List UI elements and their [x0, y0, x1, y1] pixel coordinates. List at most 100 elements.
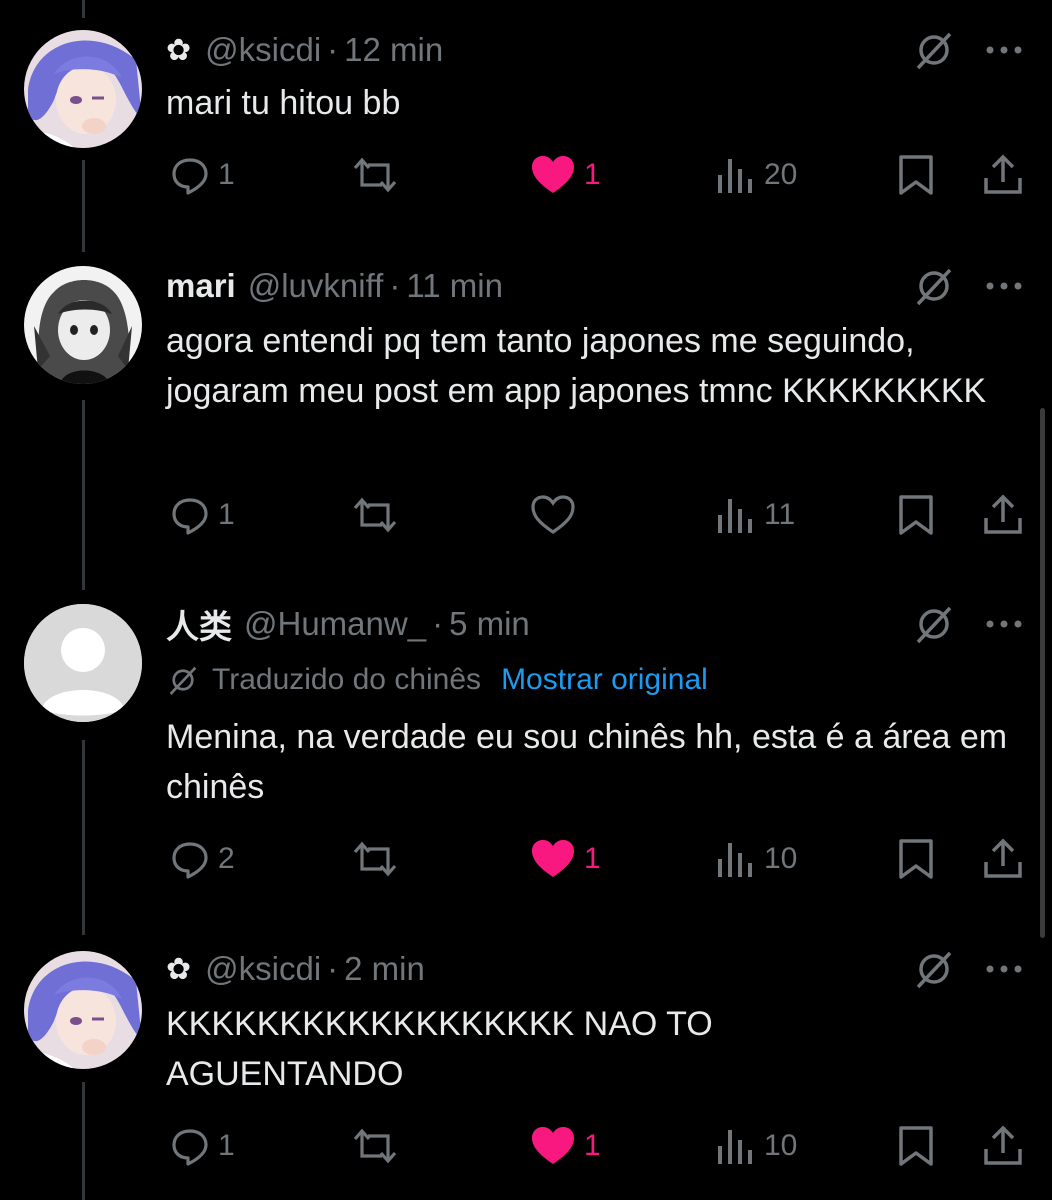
flower-icon: ✿ — [166, 33, 192, 67]
timestamp[interactable]: 11 min — [406, 267, 503, 305]
views-icon — [718, 159, 752, 193]
more-icon[interactable] — [982, 614, 1026, 634]
translation-notice: Traduzido do chinês Mostrar original — [166, 660, 708, 700]
like-button[interactable]: 1 — [530, 150, 601, 200]
reply-icon — [172, 158, 208, 195]
views-button[interactable]: 10 — [716, 834, 797, 884]
retweet-button[interactable] — [352, 834, 406, 884]
action-bar: 1 1 20 — [0, 150, 1052, 200]
views-count: 20 — [764, 158, 798, 191]
bookmark-icon — [899, 839, 933, 879]
user-handle[interactable]: @ksicdi — [205, 950, 321, 988]
retweet-button[interactable] — [352, 150, 406, 200]
display-name[interactable]: 人类 — [166, 600, 232, 648]
reply-icon — [172, 1129, 208, 1166]
action-bar: 1 11 — [0, 490, 1052, 540]
timestamp[interactable]: 12 min — [344, 31, 443, 69]
timestamp[interactable]: 5 min — [449, 605, 530, 643]
tweet-header: 人类 @Humanw_ · 5 min — [166, 602, 530, 646]
bookmark-button[interactable] — [896, 1121, 936, 1171]
more-icon[interactable] — [982, 40, 1026, 60]
share-button[interactable] — [982, 834, 1024, 884]
grok-icon[interactable] — [912, 28, 956, 72]
share-button[interactable] — [982, 150, 1024, 200]
grok-icon[interactable] — [912, 947, 956, 991]
tweet-text: KKKKKKKKKKKKKKKKKK NAO TO AGUENTANDO — [166, 1005, 713, 1093]
avatar[interactable] — [24, 604, 142, 722]
reply-button[interactable]: 2 — [170, 834, 235, 884]
share-icon — [984, 154, 1022, 194]
views-count: 11 — [764, 498, 796, 531]
share-icon — [984, 1125, 1022, 1165]
share-button[interactable] — [982, 490, 1024, 540]
reply-count: 1 — [218, 498, 235, 531]
reply-icon — [172, 842, 208, 879]
user-handle[interactable]: @Humanw_ — [244, 605, 426, 643]
tweet-text: agora entendi pq tem tanto japones me se… — [166, 322, 987, 410]
like-count: 1 — [584, 158, 601, 191]
action-bar: 1 1 10 — [0, 1121, 1052, 1171]
heart-icon — [532, 1127, 574, 1164]
retweet-icon — [353, 157, 397, 193]
heart-icon — [532, 156, 574, 193]
tweet-header: ✿ @ksicdi · 2 min — [166, 947, 425, 991]
tweet-2[interactable]: mari @luvkniff · 11 min agora entendi pq… — [0, 250, 1052, 580]
translation-label: Traduzido do chinês — [212, 663, 482, 696]
retweet-icon — [353, 497, 397, 533]
avatar[interactable] — [24, 951, 142, 1069]
bookmark-icon — [899, 1126, 933, 1166]
views-icon — [718, 843, 752, 877]
tweet-4[interactable]: ✿ @ksicdi · 2 min KKKKKKKKKKKKKKKKKK NAO… — [0, 935, 1052, 1200]
show-original-link[interactable]: Mostrar original — [501, 663, 708, 697]
bookmark-button[interactable] — [896, 490, 936, 540]
views-button[interactable]: 11 — [716, 490, 795, 540]
reply-count: 1 — [218, 158, 235, 191]
grok-icon[interactable] — [912, 602, 956, 646]
reply-button[interactable]: 1 — [170, 150, 235, 200]
views-icon — [718, 1130, 752, 1164]
reply-icon — [172, 498, 208, 535]
scrollbar[interactable] — [1040, 408, 1045, 938]
heart-icon — [532, 840, 574, 877]
reply-count: 1 — [218, 1129, 235, 1162]
timestamp[interactable]: 2 min — [344, 950, 425, 988]
share-button[interactable] — [982, 1121, 1024, 1171]
retweet-button[interactable] — [352, 1121, 406, 1171]
bookmark-button[interactable] — [896, 834, 936, 884]
heart-icon — [531, 495, 575, 534]
like-count: 1 — [584, 842, 601, 875]
more-icon[interactable] — [982, 276, 1026, 296]
views-button[interactable]: 10 — [716, 1121, 797, 1171]
more-icon[interactable] — [982, 959, 1026, 979]
user-handle[interactable]: @luvkniff — [248, 267, 384, 305]
reply-button[interactable]: 1 — [170, 1121, 235, 1171]
retweet-button[interactable] — [352, 490, 406, 540]
flower-icon: ✿ — [166, 952, 192, 986]
tweet-header: mari @luvkniff · 11 min — [166, 264, 503, 308]
avatar[interactable] — [24, 30, 142, 148]
tweet-1[interactable]: ✿ @ksicdi · 12 min mari tu hitou bb 1 1 … — [0, 0, 1052, 230]
retweet-icon — [353, 841, 397, 877]
grok-icon — [169, 666, 197, 695]
tweet-text: mari tu hitou bb — [166, 84, 401, 122]
views-count: 10 — [764, 1129, 798, 1162]
display-name[interactable]: mari — [166, 267, 236, 305]
tweet-header: ✿ @ksicdi · 12 min — [166, 28, 443, 72]
tweet-3[interactable]: 人类 @Humanw_ · 5 min Traduzido do chinês … — [0, 590, 1052, 920]
like-button[interactable]: 1 — [530, 1121, 601, 1171]
like-button[interactable]: 1 — [530, 834, 601, 884]
views-button[interactable]: 20 — [716, 150, 797, 200]
separator-dot: · — [327, 31, 339, 68]
separator-dot: · — [432, 605, 444, 642]
avatar[interactable] — [24, 266, 142, 384]
like-count: 1 — [584, 1129, 601, 1162]
views-icon — [718, 499, 752, 533]
user-handle[interactable]: @ksicdi — [205, 31, 321, 69]
grok-icon[interactable] — [912, 264, 956, 308]
share-icon — [984, 494, 1022, 534]
like-button[interactable] — [530, 490, 584, 540]
bookmark-icon — [899, 155, 933, 195]
bookmark-button[interactable] — [896, 150, 936, 200]
share-icon — [984, 838, 1022, 878]
reply-button[interactable]: 1 — [170, 490, 235, 540]
